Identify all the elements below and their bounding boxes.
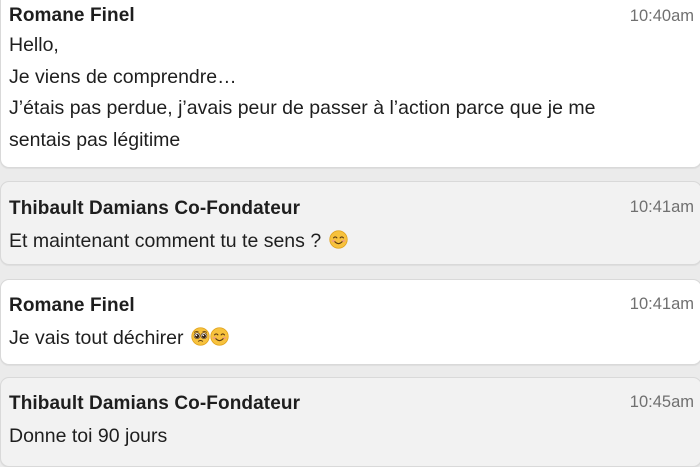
- message-text-line: J’étais pas perdue, j’avais peur de pass…: [9, 97, 596, 119]
- smiling-face-icon: [328, 230, 348, 249]
- message-sender: Romane Finel: [9, 295, 135, 316]
- message-card[interactable]: Thibault Damians Co-Fondateur 10:41am Et…: [0, 181, 700, 265]
- message-sender: Romane Finel: [9, 5, 135, 26]
- message-body: Donne toi 90 jours: [9, 421, 669, 453]
- message-sender: Thibault Damians Co-Fondateur: [9, 393, 301, 414]
- message-timestamp: 10:40am: [629, 7, 694, 25]
- message-text-line: Je viens de comprendre…: [9, 65, 237, 88]
- message-text-line: sentais pas légitime: [9, 128, 181, 151]
- message-text: Et maintenant comment tu te sens ?: [9, 230, 322, 252]
- message-text-line: Hello,: [9, 34, 59, 56]
- message-timestamp: 10:41am: [629, 295, 694, 313]
- message-body: Et maintenant comment tu te sens ?: [9, 226, 669, 258]
- message-timestamp: 10:41am: [629, 198, 694, 216]
- message-text: Je vais tout déchirer: [9, 327, 184, 349]
- message-card[interactable]: Romane Finel 10:40am Hello, Je viens de …: [0, 0, 700, 168]
- message-text: Donne toi 90 jours: [9, 425, 168, 447]
- pleading-face-icon: [191, 327, 210, 346]
- message-card[interactable]: Thibault Damians Co-Fondateur 10:45am Do…: [0, 377, 700, 467]
- message-card[interactable]: Romane Finel 10:41am Je vais tout déchir…: [0, 279, 700, 365]
- smiling-face-icon: [210, 327, 229, 346]
- message-timestamp: 10:45am: [629, 393, 694, 411]
- message-sender: Thibault Damians Co-Fondateur: [9, 198, 301, 219]
- message-body: Hello, Je viens de comprendre… J’étais p…: [9, 30, 669, 156]
- message-feed: Romane Finel 10:40am Hello, Je viens de …: [0, 0, 700, 467]
- message-body: Je vais tout déchirer: [9, 323, 669, 355]
